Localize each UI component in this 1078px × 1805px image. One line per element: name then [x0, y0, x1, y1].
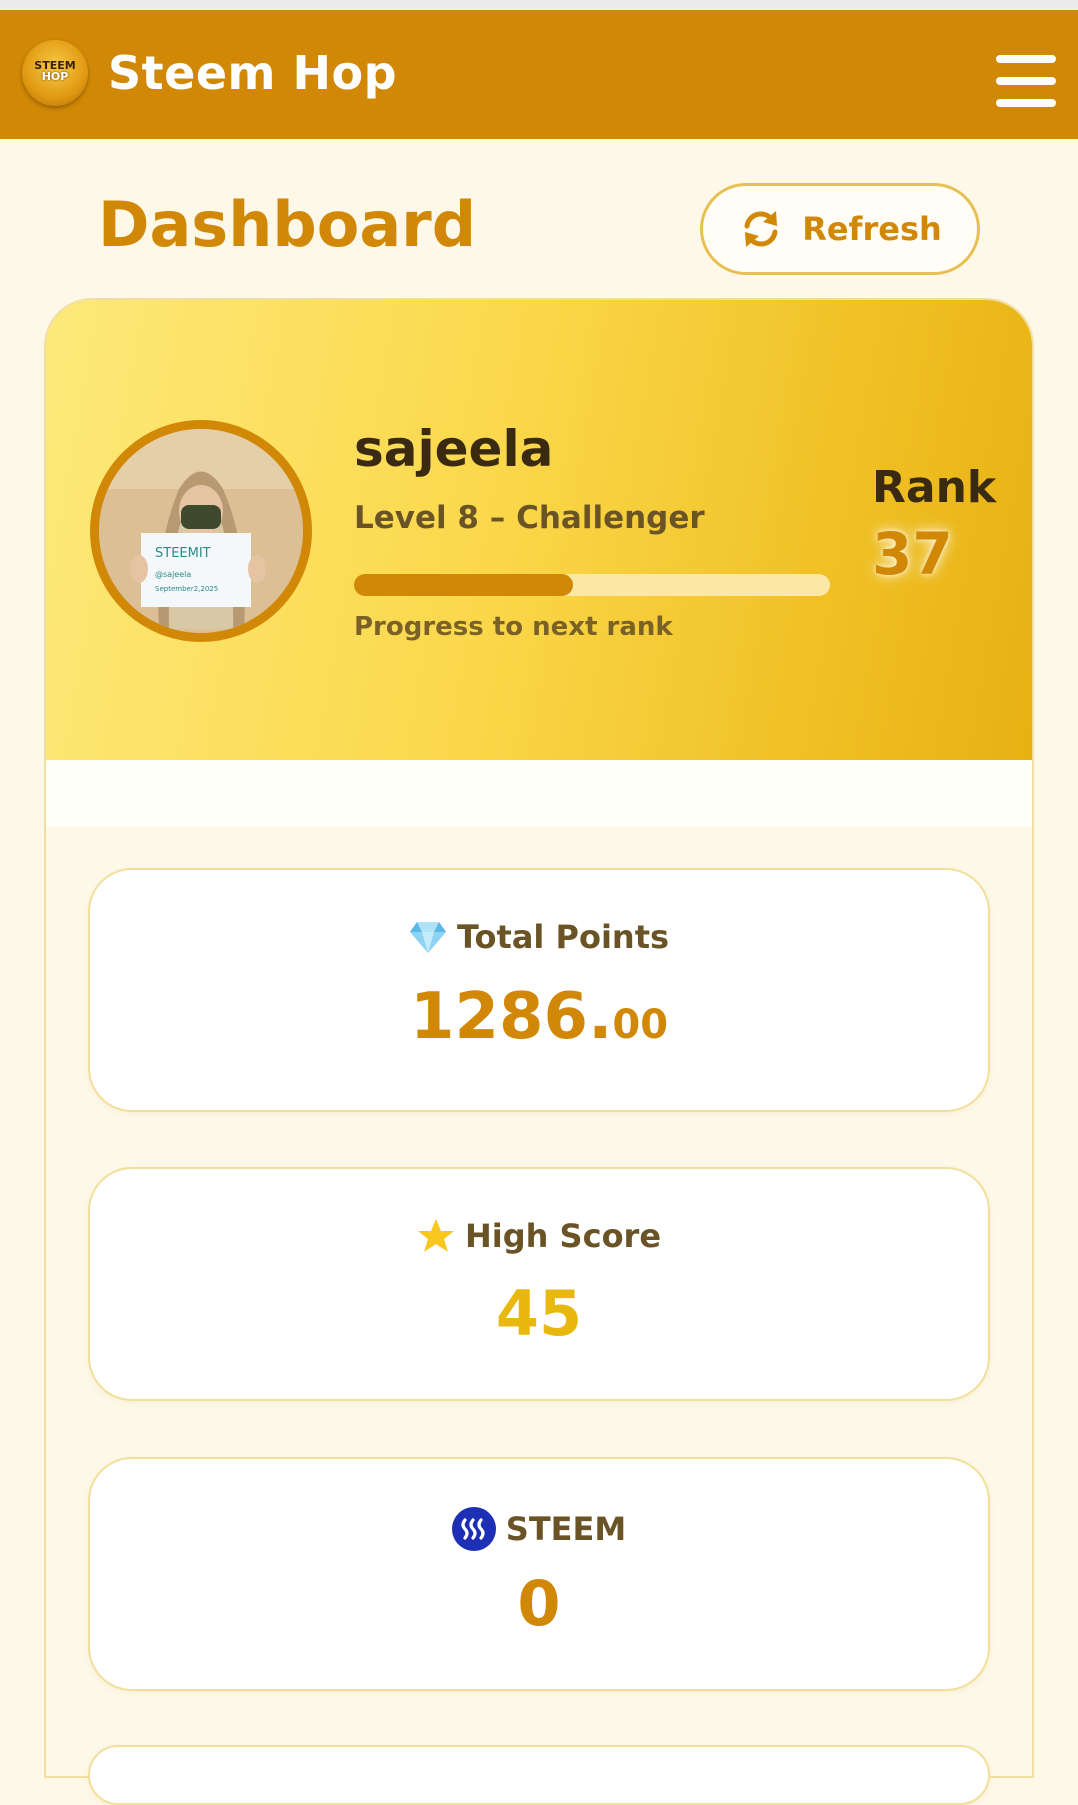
svg-text:@sajeela: @sajeela [155, 570, 191, 579]
next-stat-card [88, 1745, 990, 1805]
steem-logo-icon [451, 1507, 496, 1551]
profile-hero: STEEMIT @sajeela September2,2025 sajeela… [46, 300, 1032, 760]
steem-label: STEEM [505, 1510, 627, 1548]
total-points-header: Total Points [90, 918, 988, 956]
menu-bar [996, 77, 1056, 85]
refresh-button[interactable]: Refresh [700, 183, 980, 275]
avatar-photo: STEEMIT @sajeela September2,2025 [99, 429, 303, 633]
total-points-label: Total Points [456, 918, 670, 956]
steem-header: STEEM [90, 1507, 988, 1551]
high-score-header: High Score [90, 1217, 988, 1255]
page-title: Dashboard [98, 188, 477, 261]
rank-value: 37 [872, 520, 953, 588]
rank-progress-bar [354, 574, 830, 596]
total-points-integer: 1286. [409, 980, 613, 1054]
top-navbar: STEEM HOP Steem Hop [0, 10, 1078, 139]
avatar[interactable]: STEEMIT @sajeela September2,2025 [90, 420, 312, 642]
refresh-icon [744, 211, 778, 247]
star-icon [417, 1219, 454, 1252]
steem-value: 0 [517, 1567, 561, 1640]
steem-balance-card: STEEM 0 [88, 1457, 990, 1691]
level-label: Level 8 – Challenger [354, 500, 705, 536]
hero-divider [46, 760, 1032, 826]
app-title[interactable]: Steem Hop [108, 46, 397, 100]
steem-hop-logo-icon[interactable]: STEEM HOP [22, 40, 88, 106]
total-points-card: Total Points 1286.00 [88, 868, 990, 1112]
progress-label: Progress to next rank [354, 612, 673, 642]
logo-text-line-2: HOP [41, 70, 69, 83]
total-points-decimal: 00 [612, 1002, 669, 1048]
hamburger-menu-icon[interactable] [996, 55, 1058, 109]
rank-progress-fill [354, 574, 573, 596]
high-score-card: High Score 45 [88, 1167, 990, 1401]
menu-bar [996, 55, 1056, 63]
high-score-value: 45 [495, 1277, 583, 1350]
svg-text:September2,2025: September2,2025 [155, 585, 218, 593]
refresh-label: Refresh [802, 210, 942, 248]
rank-label: Rank [872, 462, 997, 513]
menu-bar [996, 99, 1056, 107]
status-strip [0, 0, 1078, 10]
gem-icon [409, 922, 446, 953]
high-score-label: High Score [464, 1217, 662, 1255]
username: sajeela [354, 420, 554, 478]
total-points-value: 1286.00 [90, 980, 988, 1054]
logo-text: STEEM HOP [28, 60, 82, 82]
svg-text:STEEMIT: STEEMIT [155, 546, 211, 561]
